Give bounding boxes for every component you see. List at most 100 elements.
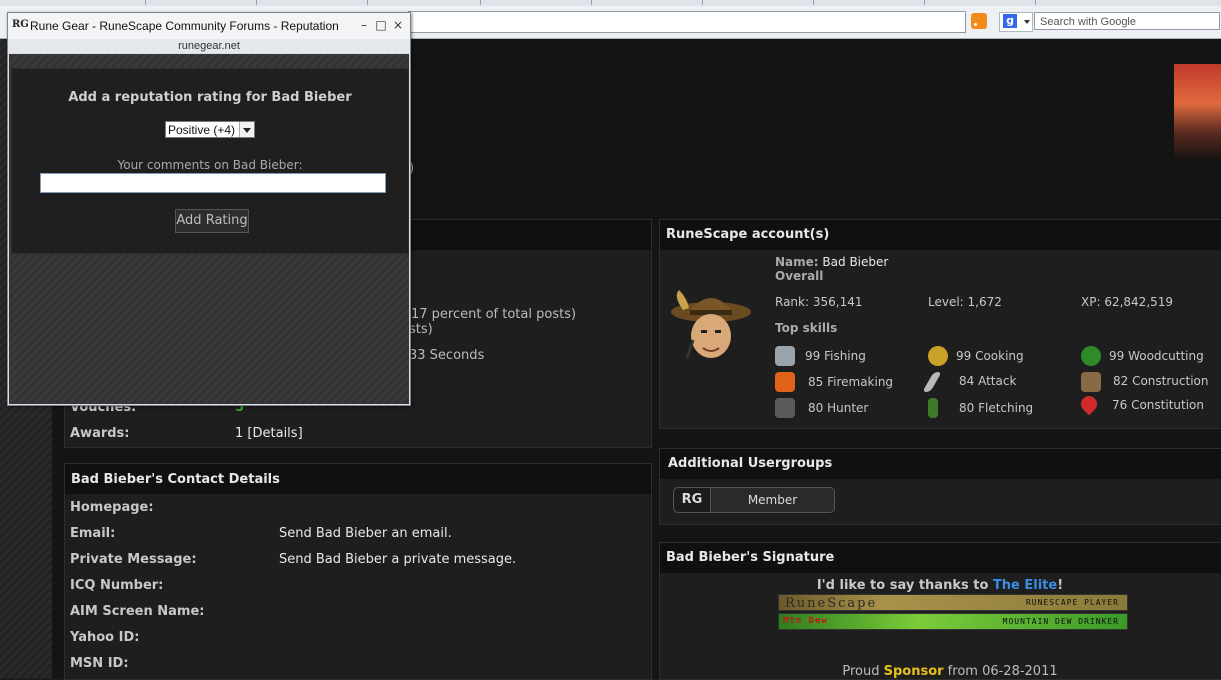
- icq-label: ICQ Number:: [70, 578, 164, 593]
- skill-fishing: 99 Fishing: [805, 349, 866, 363]
- runescape-player-userbar: RuneScape RUNESCAPE PLAYER: [778, 594, 1128, 611]
- reputation-heading: Add a reputation rating for Bad Bieber: [68, 90, 352, 105]
- time-online-text: 33 Seconds: [409, 348, 485, 363]
- rs-level-value: 1,672: [967, 295, 1002, 309]
- add-rating-button[interactable]: Add Rating: [175, 209, 249, 233]
- skill-cooking: 99 Cooking: [956, 349, 1024, 363]
- usergroup-tag: RG: [674, 488, 711, 512]
- rs-name-value: Bad Bieber: [822, 255, 889, 269]
- search-engine-button[interactable]: g: [999, 12, 1033, 32]
- awards-count: 1: [235, 426, 244, 441]
- rs-rank-value: 356,141: [812, 295, 863, 309]
- character-head-icon: [671, 290, 751, 359]
- reputation-popup-window: RG Rune Gear - RuneScape Community Forum…: [7, 12, 411, 406]
- signature-thanks-line: I'd like to say thanks to The Elite!: [659, 578, 1221, 593]
- rating-select-value: Positive (+4): [168, 123, 236, 137]
- userbar-logo: RuneScape: [785, 596, 878, 611]
- skill-attack: 84 Attack: [959, 374, 1017, 388]
- chevron-down-icon: [1024, 20, 1030, 24]
- minimize-icon[interactable]: –: [357, 18, 371, 32]
- browser-tab[interactable]: [368, 0, 481, 5]
- tab-strip: [0, 0, 1221, 6]
- send-email-link[interactable]: Send Bad Bieber an email.: [279, 526, 452, 541]
- posts-fragment: sts): [409, 322, 433, 337]
- fletching-icon: [928, 398, 938, 418]
- rs-name-label: Name:: [775, 255, 819, 269]
- userbar-text: MOUNTAIN DEW DRINKER: [1002, 617, 1119, 626]
- skill-firemaking: 85 Firemaking: [808, 375, 894, 389]
- close-icon[interactable]: ×: [391, 18, 405, 32]
- msn-label: MSN ID:: [70, 656, 129, 671]
- awards-label: Awards:: [70, 426, 130, 441]
- maximize-icon[interactable]: □: [374, 18, 388, 32]
- reputation-form: Add a reputation rating for Bad Bieber P…: [11, 68, 409, 254]
- google-icon: g: [1003, 14, 1017, 28]
- the-elite-link[interactable]: The Elite: [993, 578, 1057, 593]
- rs-xp-value: 62,842,519: [1104, 295, 1174, 309]
- yahoo-label: Yahoo ID:: [70, 630, 140, 645]
- rs-name: Name: Bad Bieber: [775, 255, 888, 269]
- browser-tab[interactable]: [146, 0, 257, 5]
- awards-value: 1 [Details]: [235, 426, 303, 441]
- usergroups-title: Additional Usergroups: [660, 449, 1221, 479]
- rs-xp-label: XP:: [1081, 295, 1101, 309]
- rs-rank-label: Rank:: [775, 295, 810, 309]
- cooking-icon: [928, 346, 948, 366]
- address-bar[interactable]: [408, 11, 966, 33]
- construction-icon: [1081, 372, 1101, 392]
- rss-feed-icon[interactable]: [971, 13, 987, 29]
- thanks-suffix: !: [1057, 578, 1064, 593]
- userbar-text: RUNESCAPE PLAYER: [1025, 598, 1119, 607]
- firemaking-icon: [775, 372, 795, 392]
- aim-label: AIM Screen Name:: [70, 604, 205, 619]
- top-skills-label: Top skills: [775, 321, 838, 335]
- thanks-prefix: I'd like to say thanks to: [816, 578, 993, 593]
- search-input[interactable]: Search with Google: [1034, 12, 1220, 30]
- homepage-label: Homepage:: [70, 500, 154, 515]
- mountain-dew-userbar: Mtn Dew MOUNTAIN DEW DRINKER: [778, 613, 1128, 630]
- usergroup-badge: RG Member: [673, 487, 835, 513]
- skill-woodcutting: 99 Woodcutting: [1109, 349, 1204, 363]
- posts-percent-text: 17 percent of total posts): [411, 307, 577, 322]
- usergroup-name: Member: [747, 493, 798, 507]
- browser-tab[interactable]: [925, 0, 1036, 5]
- skill-construction: 82 Construction: [1113, 374, 1209, 388]
- popup-hostname: runegear.net: [8, 39, 410, 53]
- comments-label: Your comments on Bad Bieber:: [117, 158, 303, 172]
- runegear-icon: RG: [12, 19, 29, 30]
- popup-titlebar[interactable]: RG Rune Gear - RuneScape Community Forum…: [8, 13, 410, 39]
- comments-input[interactable]: [40, 173, 386, 193]
- popup-title: Rune Gear - RuneScape Community Forums -…: [30, 19, 339, 33]
- browser-tab[interactable]: [814, 0, 925, 5]
- chevron-down-icon: [239, 122, 254, 137]
- popup-body: Add a reputation rating for Bad Bieber P…: [9, 54, 409, 404]
- sponsor-line: Proud Sponsor from 06-28-2011: [659, 664, 1221, 679]
- rating-select[interactable]: Positive (+4): [165, 121, 255, 138]
- proud-prefix: Proud: [842, 664, 884, 679]
- skill-fletching: 80 Fletching: [959, 401, 1034, 415]
- browser-tab[interactable]: [703, 0, 814, 5]
- browser-tab[interactable]: [481, 0, 592, 5]
- rs-level: Level: 1,672: [928, 295, 1002, 309]
- private-message-label: Private Message:: [70, 552, 197, 567]
- browser-tab[interactable]: [592, 0, 703, 5]
- awards-details-link[interactable]: Details: [253, 426, 298, 441]
- userbar-logo: Mtn Dew: [783, 616, 828, 626]
- woodcutting-icon: [1081, 346, 1101, 366]
- signature-title: Bad Bieber's Signature: [660, 543, 1221, 573]
- sponsor-link[interactable]: Sponsor: [884, 664, 944, 679]
- browser-tab[interactable]: [257, 0, 368, 5]
- fishing-icon: [775, 346, 795, 366]
- rs-xp: XP: 62,842,519: [1081, 295, 1173, 309]
- proud-suffix: from 06-28-2011: [943, 664, 1058, 679]
- signature-banner: RuneScape RUNESCAPE PLAYER Mtn Dew MOUNT…: [778, 594, 1128, 630]
- contact-details-panel: Bad Bieber's Contact Details: [64, 463, 652, 680]
- send-private-message-link[interactable]: Send Bad Bieber a private message.: [279, 552, 516, 567]
- user-avatar: [1174, 64, 1221, 162]
- email-label: Email:: [70, 526, 116, 541]
- rs-rank: Rank: 356,141: [775, 295, 862, 309]
- browser-tab[interactable]: [40, 0, 146, 5]
- rs-level-label: Level:: [928, 295, 964, 309]
- hunter-icon: [775, 398, 795, 418]
- skill-hunter: 80 Hunter: [808, 401, 869, 415]
